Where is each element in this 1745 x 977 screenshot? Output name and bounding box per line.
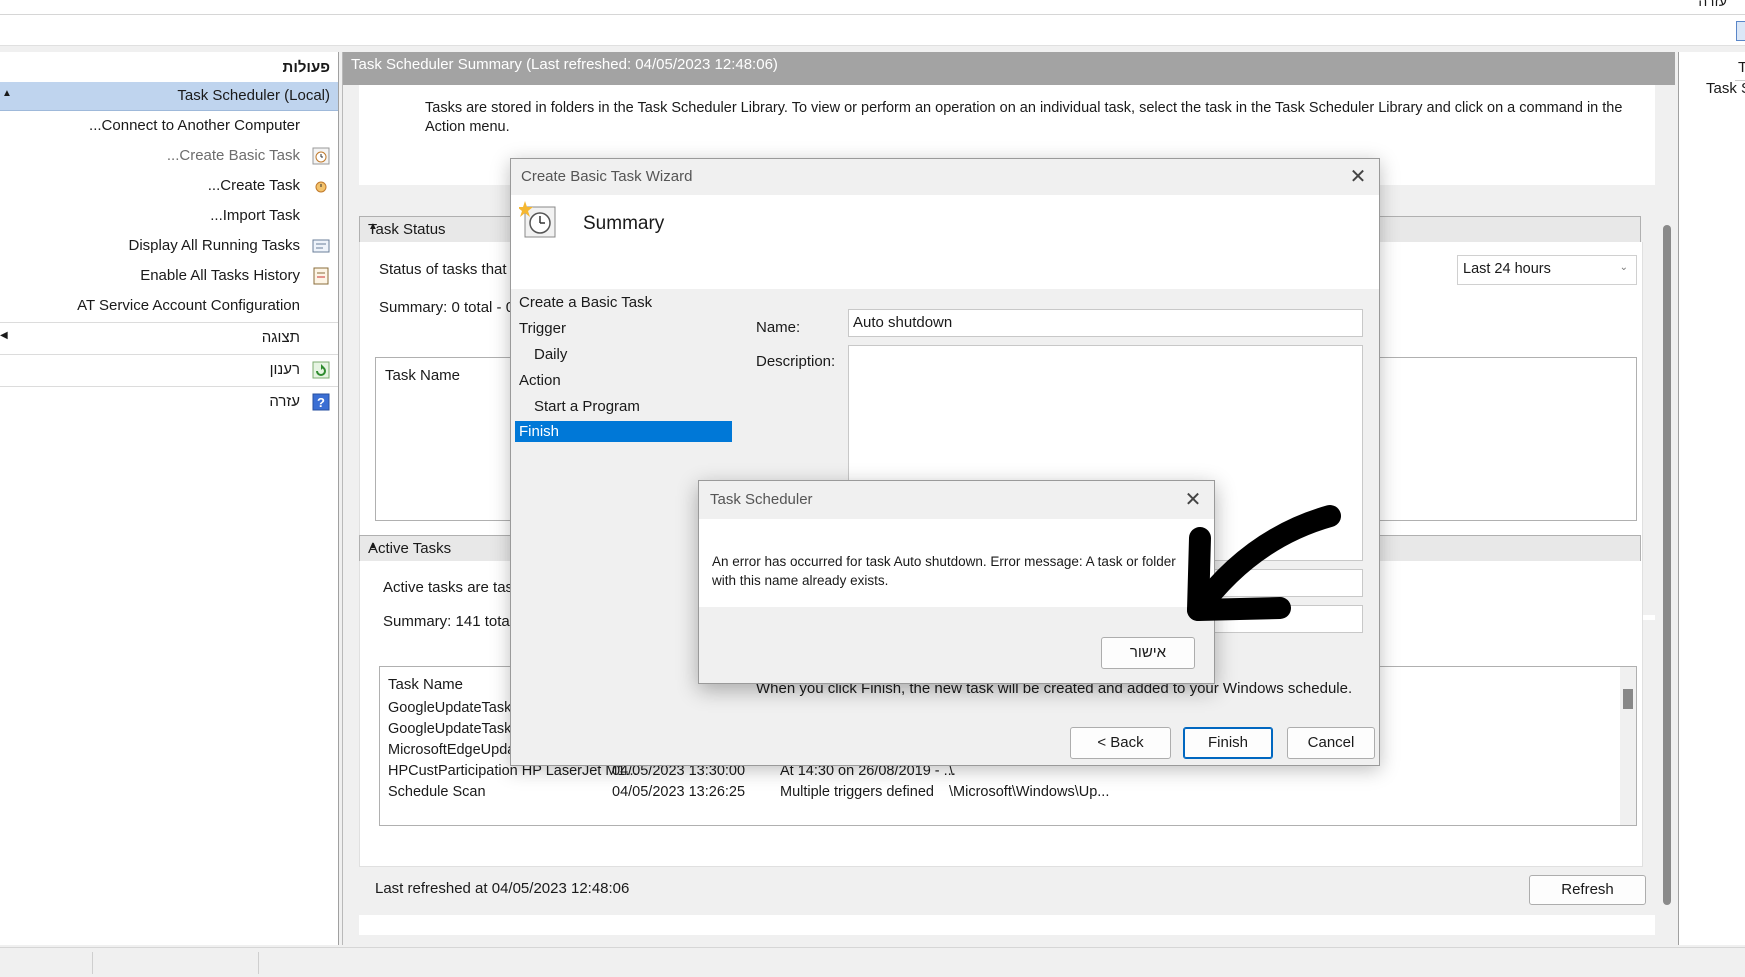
menu-bar: עזרה bbox=[0, 0, 1745, 15]
name-field[interactable]: Auto shutdown bbox=[848, 309, 1363, 337]
running-tasks-icon bbox=[312, 237, 330, 255]
cell-name: Schedule Scan bbox=[388, 784, 486, 800]
step-action: Action bbox=[519, 372, 561, 389]
new-task-icon bbox=[312, 177, 330, 195]
action-label: ...Connect to Another Computer bbox=[89, 117, 300, 134]
wizard-header: Summary bbox=[511, 195, 1379, 289]
chevron-down-icon: ⌄ bbox=[1619, 262, 1628, 273]
menu-help[interactable]: עזרה bbox=[1698, 0, 1727, 9]
table-scrollbar[interactable] bbox=[1620, 667, 1636, 825]
action-at-service-account[interactable]: AT Service Account Configuration bbox=[0, 292, 338, 320]
action-display-running[interactable]: Display All Running Tasks bbox=[0, 232, 338, 260]
step-finish: Finish bbox=[515, 421, 732, 442]
action-task-scheduler-local[interactable]: ▲ Task Scheduler (Local) bbox=[0, 82, 338, 111]
help-icon: ? bbox=[312, 393, 330, 411]
wizard-heading: Summary bbox=[583, 213, 665, 234]
action-label: Display All Running Tasks bbox=[128, 237, 300, 254]
action-label: ...Import Task bbox=[210, 207, 300, 224]
action-label: Enable All Tasks History bbox=[140, 267, 300, 284]
action-refresh[interactable]: רענון bbox=[0, 356, 338, 384]
name-value: Auto shutdown bbox=[853, 314, 953, 331]
column-header-task-name[interactable]: Task Name bbox=[388, 676, 463, 693]
action-create-basic-task[interactable]: ...Create Basic Task bbox=[0, 142, 338, 170]
action-enable-history[interactable]: Enable All Tasks History bbox=[0, 262, 338, 290]
submenu-arrow-icon: ◀ bbox=[0, 330, 8, 341]
close-icon[interactable]: ✕ bbox=[1343, 162, 1373, 192]
error-dialog-title-bar: Task Scheduler ✕ bbox=[699, 481, 1214, 519]
action-label: רענון bbox=[269, 361, 300, 378]
error-message: An error has occurred for task Auto shut… bbox=[712, 554, 1176, 588]
back-button[interactable]: < Back bbox=[1070, 727, 1171, 759]
task-scheduler-icon bbox=[517, 201, 559, 241]
wizard-steps: Create a Basic Task Trigger Daily Action… bbox=[511, 289, 732, 449]
active-tasks-summary: Summary: 141 total bbox=[383, 613, 514, 630]
actions-header: פעולות bbox=[0, 54, 338, 83]
action-create-task[interactable]: ...Create Task bbox=[0, 172, 338, 200]
step-start-program: Start a Program bbox=[534, 398, 640, 415]
collapse-arrow-icon[interactable]: ▲ bbox=[2, 88, 12, 99]
action-label: תצוגה bbox=[261, 329, 300, 346]
toolbar-icon[interactable] bbox=[1736, 21, 1745, 41]
time-filter-select[interactable]: Last 24 hours ⌄ bbox=[1457, 255, 1637, 285]
table-row[interactable]: Schedule Scan 04/05/2023 13:26:25 Multiple… bbox=[380, 783, 1616, 804]
description-label: Description: bbox=[756, 353, 836, 370]
summary-title-bar: Task Scheduler Summary (Last refreshed: … bbox=[343, 52, 1675, 85]
cell-triggers: Multiple triggers defined bbox=[780, 784, 934, 800]
actions-pane: פעולות ▲ Task Scheduler (Local) ...Conne… bbox=[0, 52, 339, 945]
error-dialog: Task Scheduler ✕ An error has occurred f… bbox=[698, 480, 1215, 684]
right-actions-pane: Ta Task S bbox=[1678, 52, 1745, 945]
cell-location: \Microsoft\Windows\Up... bbox=[949, 784, 1110, 800]
step-trigger: Trigger bbox=[519, 320, 566, 337]
time-filter-value: Last 24 hours bbox=[1463, 261, 1551, 277]
right-pane-label: Task S bbox=[1706, 80, 1745, 97]
refresh-button[interactable]: Refresh bbox=[1529, 875, 1646, 905]
step-daily: Daily bbox=[534, 346, 568, 363]
step-create-basic-task: Create a Basic Task bbox=[519, 294, 653, 311]
task-status-text: Status of tasks that h bbox=[379, 261, 520, 278]
task-status-summary: Summary: 0 total - 0 bbox=[379, 299, 515, 316]
history-icon bbox=[312, 267, 330, 285]
summary-scrollbar[interactable] bbox=[1659, 85, 1675, 935]
refresh-icon bbox=[312, 361, 330, 379]
finish-button[interactable]: Finish bbox=[1183, 727, 1273, 759]
action-help[interactable]: עזרה ? bbox=[0, 388, 338, 416]
cell-name: GoogleUpdateTask bbox=[388, 700, 512, 716]
wizard-title-bar: Create Basic Task Wizard ✕ bbox=[511, 159, 1379, 195]
action-label: ...Create Basic Task bbox=[166, 147, 300, 164]
action-label: ...Create Task bbox=[207, 177, 300, 194]
action-label: עזרה bbox=[269, 393, 300, 410]
name-label: Name: bbox=[756, 319, 801, 336]
cell-next-run: 04/05/2023 13:26:25 bbox=[612, 784, 746, 800]
last-refreshed-text: Last refreshed at 04/05/2023 12:48:06 bbox=[375, 880, 630, 897]
summary-title: Task Scheduler Summary (Last refreshed: … bbox=[351, 56, 778, 73]
svg-text:?: ? bbox=[317, 395, 325, 410]
right-pane-tab[interactable]: Ta bbox=[1735, 56, 1745, 81]
ok-button[interactable]: אישור bbox=[1101, 637, 1195, 669]
action-view[interactable]: ◀ תצוגה bbox=[0, 324, 338, 352]
right-pane-tab-label: Ta bbox=[1738, 59, 1745, 76]
cancel-button[interactable]: Cancel bbox=[1287, 727, 1375, 759]
status-bar bbox=[0, 947, 1745, 977]
actions-header-label: פעולות bbox=[282, 59, 330, 76]
toolbar bbox=[0, 15, 1745, 46]
summary-intro-text: Tasks are stored in folders in the Task … bbox=[425, 100, 1623, 135]
annotation-arrow-icon bbox=[1187, 505, 1341, 621]
action-label: Task Scheduler (Local) bbox=[177, 87, 330, 104]
wizard-title: Create Basic Task Wizard bbox=[521, 168, 693, 185]
error-dialog-body: An error has occurred for task Auto shut… bbox=[699, 519, 1214, 607]
error-dialog-title: Task Scheduler bbox=[710, 491, 813, 508]
action-connect-computer[interactable]: ...Connect to Another Computer bbox=[0, 112, 338, 140]
clock-task-icon bbox=[312, 147, 330, 165]
column-header-task-name[interactable]: Task Name bbox=[385, 367, 460, 384]
action-label: AT Service Account Configuration bbox=[77, 297, 300, 314]
action-import-task[interactable]: ...Import Task bbox=[0, 202, 338, 230]
active-tasks-desc: Active tasks are task bbox=[383, 579, 521, 596]
